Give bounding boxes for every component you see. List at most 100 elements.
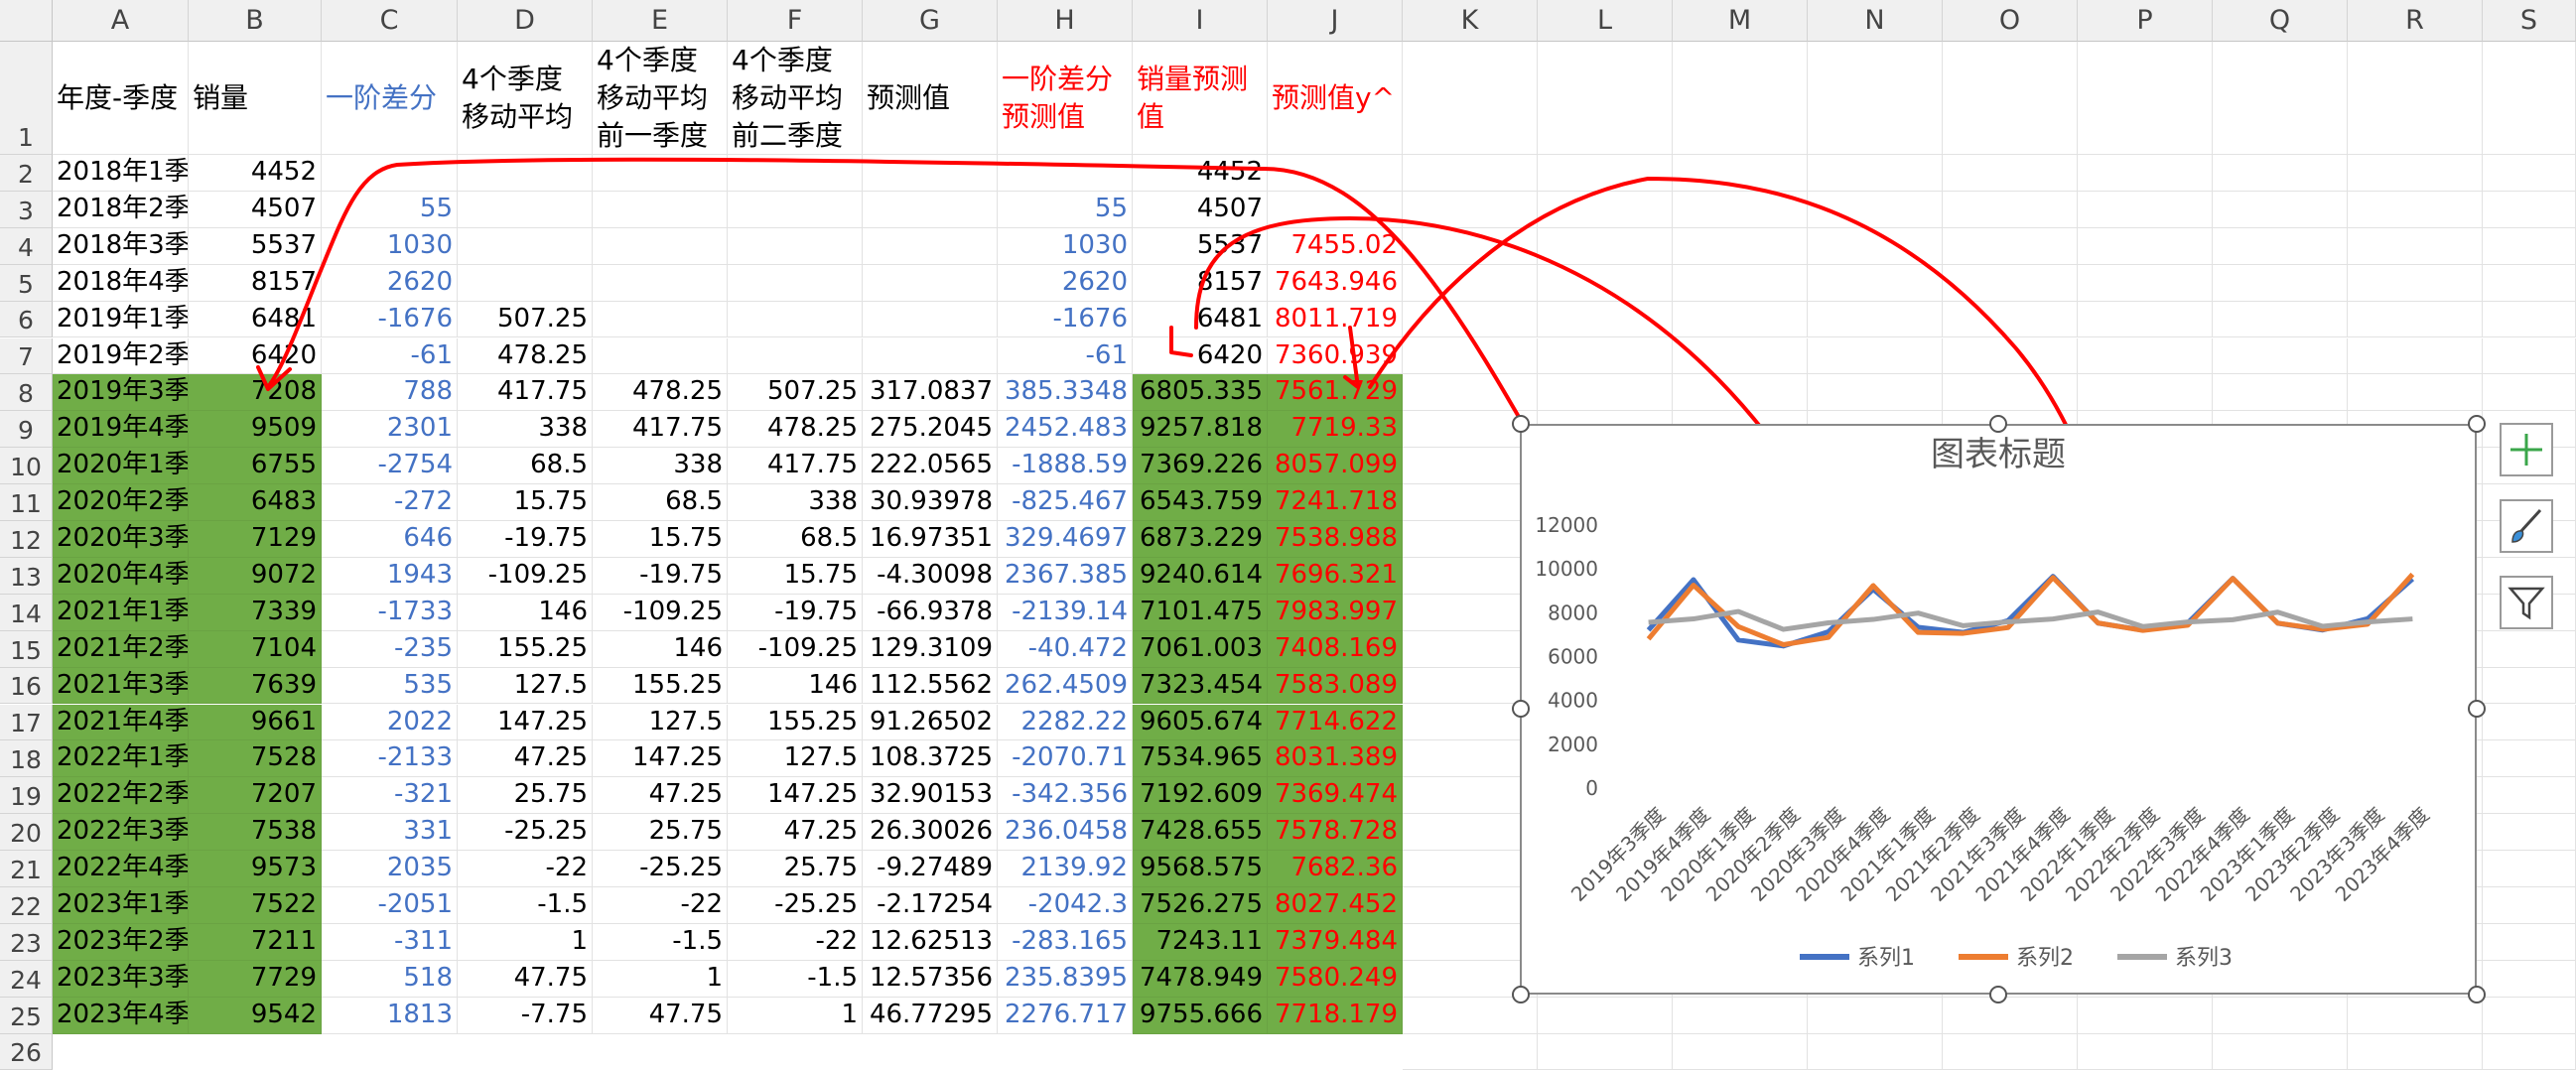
cell-c17[interactable]: 2022 (322, 704, 458, 741)
chart-title[interactable]: 图表标题 (1931, 435, 2066, 474)
cell-b12[interactable]: 7129 (189, 521, 322, 558)
cell-i12[interactable]: 6873.229 (1133, 521, 1268, 558)
cell-d6[interactable]: 507.25 (458, 301, 593, 338)
empty-cell[interactable] (1808, 42, 1943, 155)
empty-cell[interactable] (1538, 42, 1673, 155)
cell-d11[interactable]: 15.75 (458, 484, 593, 521)
empty-cell[interactable] (1808, 191, 1943, 228)
cell-g2[interactable] (863, 155, 998, 192)
cell-c5[interactable]: 2620 (322, 264, 458, 302)
empty-cell[interactable] (1403, 521, 1538, 558)
empty-cell[interactable] (1673, 1033, 1808, 1070)
cell-a21[interactable]: 2022年4季 (53, 851, 189, 887)
cell-i8[interactable]: 6805.335 (1133, 374, 1268, 412)
cell-f17[interactable]: 155.25 (728, 704, 863, 741)
cell-j15[interactable]: 7408.169 (1268, 630, 1403, 668)
cell-d3[interactable] (458, 191, 593, 228)
cell-c19[interactable]: -321 (322, 777, 458, 815)
empty-cell[interactable] (1403, 264, 1538, 302)
empty-cell[interactable] (2483, 1033, 2576, 1070)
empty-cell[interactable] (1673, 191, 1808, 228)
cell-e11[interactable]: 68.5 (593, 484, 728, 521)
cell-b22[interactable]: 7522 (189, 887, 322, 924)
empty-cell[interactable] (1673, 227, 1808, 265)
empty-cell[interactable] (1943, 301, 2078, 338)
cell-h21[interactable]: 2139.92 (998, 851, 1133, 887)
cell-d14[interactable]: 146 (458, 594, 593, 631)
cell-h9[interactable]: 2452.483 (998, 411, 1133, 449)
empty-cell[interactable] (1808, 264, 1943, 302)
cell-d4[interactable] (458, 227, 593, 265)
cell-d12[interactable]: -19.75 (458, 521, 593, 558)
cell-a20[interactable]: 2022年3季 (53, 814, 189, 852)
cell-j13[interactable]: 7696.321 (1268, 557, 1403, 595)
row-header-24[interactable]: 24 (0, 960, 53, 998)
empty-cell[interactable] (2348, 155, 2483, 192)
cell-i5[interactable]: 8157 (1133, 264, 1268, 302)
cell-g13[interactable]: -4.30098 (863, 557, 998, 595)
cell-a4[interactable]: 2018年3季 (53, 227, 189, 265)
cell-a8[interactable]: 2019年3季 (53, 374, 189, 412)
column-header-e[interactable]: E (593, 0, 728, 42)
cell-e14[interactable]: -109.25 (593, 594, 728, 631)
cell-i20[interactable]: 7428.655 (1133, 814, 1268, 852)
empty-cell[interactable] (1673, 374, 1808, 412)
cell-d25[interactable]: -7.75 (458, 997, 593, 1034)
cell-g10[interactable]: 222.0565 (863, 448, 998, 485)
row-header-22[interactable]: 22 (0, 887, 53, 924)
cell-i4[interactable]: 5537 (1133, 227, 1268, 265)
empty-cell[interactable] (2213, 264, 2348, 302)
cell-h16[interactable]: 262.4509 (998, 667, 1133, 705)
cell-c13[interactable]: 1943 (322, 557, 458, 595)
cell-e17[interactable]: 127.5 (593, 704, 728, 741)
cell-c12[interactable]: 646 (322, 521, 458, 558)
row-header-9[interactable]: 9 (0, 411, 53, 449)
cell-j22[interactable]: 8027.452 (1268, 887, 1403, 924)
empty-cell[interactable] (1538, 227, 1673, 265)
cell-a3[interactable]: 2018年2季 (53, 191, 189, 228)
empty-cell[interactable] (2483, 740, 2576, 778)
empty-cell[interactable] (1943, 1033, 2078, 1070)
cell-c16[interactable]: 535 (322, 667, 458, 705)
empty-cell[interactable] (2483, 155, 2576, 192)
cell-c6[interactable]: -1676 (322, 301, 458, 338)
chart-handle-bottom-right[interactable] (2468, 986, 2486, 1003)
cell-j24[interactable]: 7580.249 (1268, 960, 1403, 998)
cell-e16[interactable]: 155.25 (593, 667, 728, 705)
cell-b6[interactable]: 6481 (189, 301, 322, 338)
column-header-m[interactable]: M (1673, 0, 1808, 42)
cell-h5[interactable]: 2620 (998, 264, 1133, 302)
empty-cell[interactable] (2348, 301, 2483, 338)
cell-e19[interactable]: 47.25 (593, 777, 728, 815)
cell-c24[interactable]: 518 (322, 960, 458, 998)
cell-g11[interactable]: 30.93978 (863, 484, 998, 521)
legend-label-3[interactable]: 系列3 (2175, 946, 2233, 971)
empty-cell[interactable] (2483, 264, 2576, 302)
empty-cell[interactable] (1673, 264, 1808, 302)
cell-e18[interactable]: 147.25 (593, 740, 728, 778)
cell-f16[interactable]: 146 (728, 667, 863, 705)
cell-j6[interactable]: 8011.719 (1268, 301, 1403, 338)
cell-f7[interactable] (728, 337, 863, 375)
empty-cell[interactable] (1673, 997, 1808, 1034)
chart-elements-button[interactable] (2500, 423, 2553, 476)
cell-i9[interactable]: 9257.818 (1133, 411, 1268, 449)
row-header-18[interactable]: 18 (0, 740, 53, 778)
empty-cell[interactable] (1943, 155, 2078, 192)
cell-f9[interactable]: 478.25 (728, 411, 863, 449)
row-header-11[interactable]: 11 (0, 484, 53, 521)
cell-c9[interactable]: 2301 (322, 411, 458, 449)
cell-g12[interactable]: 16.97351 (863, 521, 998, 558)
empty-cell[interactable] (1403, 191, 1538, 228)
chart-styles-button[interactable] (2500, 499, 2553, 553)
cell-i6[interactable]: 6481 (1133, 301, 1268, 338)
cell-f12[interactable]: 68.5 (728, 521, 863, 558)
empty-cell[interactable] (2213, 191, 2348, 228)
empty-cell[interactable] (1403, 594, 1538, 631)
cell-f25[interactable]: 1 (728, 997, 863, 1034)
row-header-3[interactable]: 3 (0, 191, 53, 228)
empty-cell[interactable] (1403, 227, 1538, 265)
column-header-c[interactable]: C (322, 0, 458, 42)
cell-g22[interactable]: -2.17254 (863, 887, 998, 924)
empty-cell[interactable] (1943, 227, 2078, 265)
